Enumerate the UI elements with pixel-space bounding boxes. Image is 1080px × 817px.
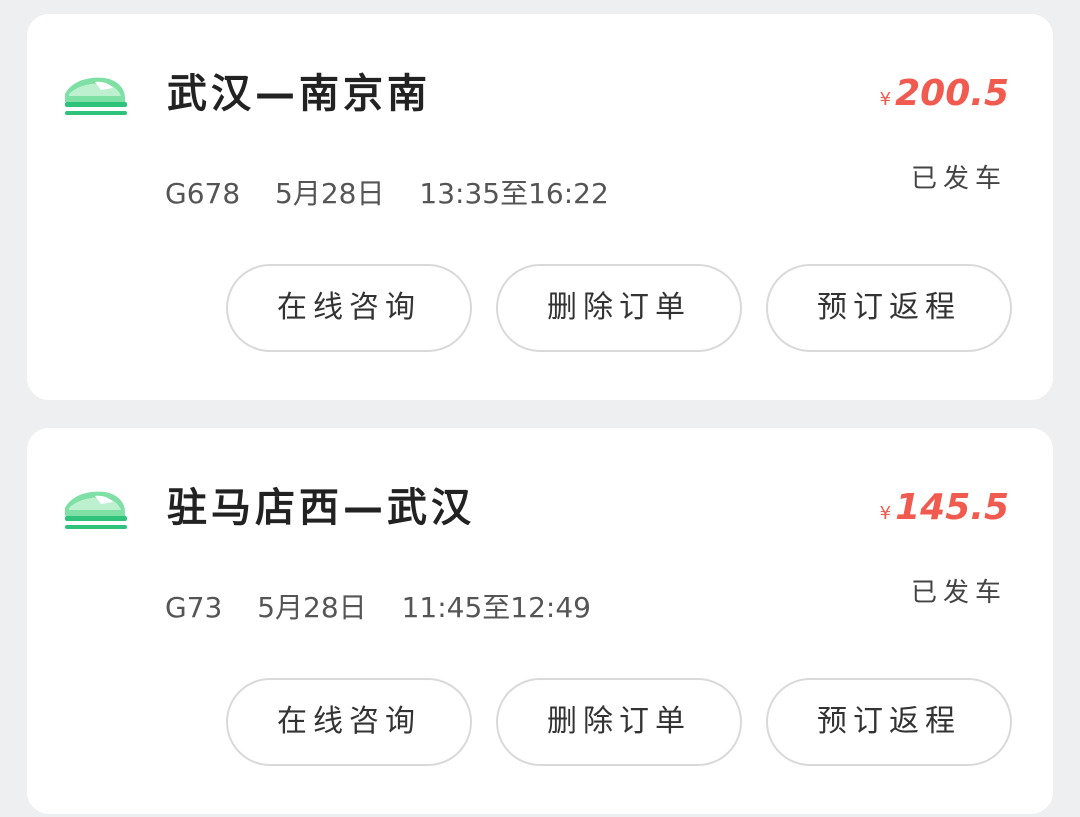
train-icon [65, 491, 127, 529]
book-return-button[interactable]: 预订返程 [766, 264, 1012, 352]
trip-date: 5月28日 [275, 177, 385, 210]
currency-symbol: ¥ [879, 503, 892, 524]
trip-date: 5月28日 [257, 591, 367, 624]
online-consult-button[interactable]: 在线咨询 [226, 678, 472, 766]
trip-info: G73 5月28日 11:45至12:49 [165, 586, 591, 626]
status-label: 已发车 [910, 578, 1007, 608]
status-label: 已发车 [910, 164, 1007, 194]
train-icon [65, 77, 127, 115]
order-card[interactable]: 驻马店西—武汉 ¥145.5 已发车 G73 5月28日 11:45至12:49… [27, 428, 1053, 814]
route-title: 驻马店西—武汉 [167, 485, 475, 531]
book-return-button[interactable]: 预订返程 [766, 678, 1012, 766]
trip-time: 13:35至16:22 [419, 177, 609, 210]
currency-symbol: ¥ [879, 89, 892, 110]
trip-info: G678 5月28日 13:35至16:22 [165, 172, 609, 212]
order-card[interactable]: 武汉—南京南 ¥200.5 已发车 G678 5月28日 13:35至16:22… [27, 14, 1053, 400]
price-amount: 200.5 [895, 73, 1009, 114]
train-number: G678 [165, 177, 241, 210]
online-consult-button[interactable]: 在线咨询 [226, 264, 472, 352]
trip-time: 11:45至12:49 [401, 591, 591, 624]
order-price: ¥200.5 [880, 72, 1009, 122]
train-number: G73 [165, 591, 223, 624]
delete-order-button[interactable]: 删除订单 [496, 264, 742, 352]
price-amount: 145.5 [895, 487, 1009, 528]
delete-order-button[interactable]: 删除订单 [496, 678, 742, 766]
order-price: ¥145.5 [880, 486, 1009, 536]
route-title: 武汉—南京南 [167, 71, 431, 117]
